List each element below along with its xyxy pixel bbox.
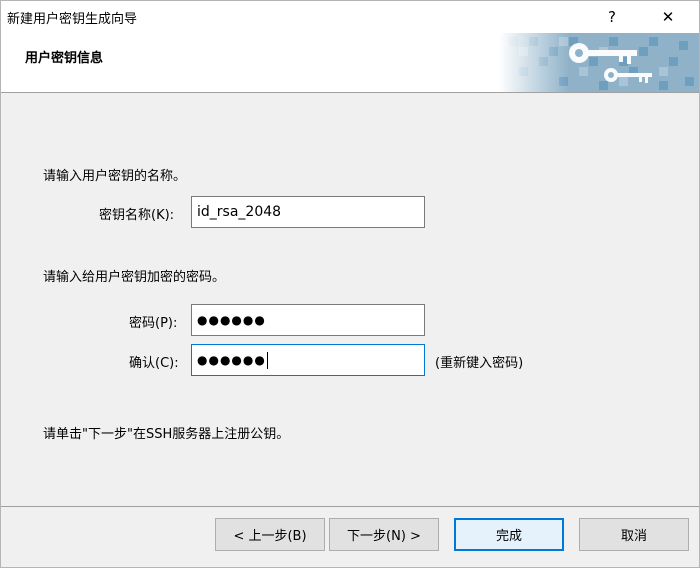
- back-button[interactable]: < 上一步(B): [215, 518, 325, 551]
- next-button[interactable]: 下一步(N) >: [329, 518, 439, 551]
- help-button[interactable]: ?: [589, 1, 635, 33]
- confirm-password-value: ●●●●●●: [197, 353, 266, 367]
- page-title: 用户密钥信息: [25, 51, 104, 66]
- password-label: 密码(P):: [129, 316, 178, 331]
- password-value: ●●●●●●: [197, 313, 266, 327]
- window-title: 新建用户密钥生成向导: [7, 12, 138, 27]
- wizard-window: 新建用户密钥生成向导 ? ✕ 用户密钥信息 请输入用户密钥的名称。 密钥名称(K…: [0, 0, 700, 568]
- key-name-value: id_rsa_2048: [197, 204, 282, 220]
- key-name-label: 密钥名称(K):: [99, 208, 175, 223]
- close-button[interactable]: ✕: [645, 1, 691, 33]
- footer-divider: [1, 506, 699, 507]
- key-name-input[interactable]: id_rsa_2048: [191, 196, 425, 228]
- finish-button[interactable]: 完成: [454, 518, 564, 551]
- key-banner-image: [499, 33, 699, 92]
- confirm-password-input[interactable]: ●●●●●●: [191, 344, 425, 376]
- confirm-password-label: 确认(C):: [129, 356, 179, 371]
- password-input[interactable]: ●●●●●●: [191, 304, 425, 336]
- wizard-header: 用户密钥信息: [1, 33, 699, 93]
- confirm-password-hint: (重新键入密码): [435, 356, 524, 371]
- key-name-instruction: 请输入用户密钥的名称。: [43, 169, 187, 184]
- register-note: 请单击"下一步"在SSH服务器上注册公钥。: [43, 427, 290, 442]
- password-instruction: 请输入给用户密钥加密的密码。: [43, 270, 226, 285]
- text-caret: [266, 351, 268, 369]
- title-bar: 新建用户密钥生成向导 ? ✕: [1, 1, 699, 33]
- cancel-button[interactable]: 取消: [579, 518, 689, 551]
